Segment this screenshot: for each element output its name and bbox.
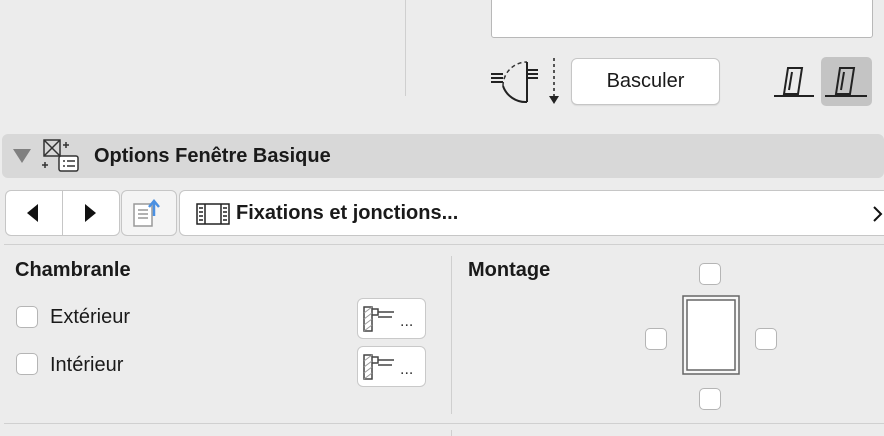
chevron-right-icon[interactable] [872, 205, 884, 223]
montage-right-checkbox[interactable] [755, 328, 777, 350]
favorites-icon [131, 196, 167, 230]
chambranle-title: Chambranle [15, 259, 131, 281]
section-label: Fixations et jonctions... [236, 202, 459, 224]
montage-left-checkbox[interactable] [645, 328, 667, 350]
exterior-trim-button[interactable]: ... [357, 298, 426, 339]
divider [405, 0, 406, 96]
trim-profile-icon [363, 306, 394, 332]
exterior-checkbox[interactable] [16, 306, 38, 328]
preview-box [491, 0, 873, 38]
window-options-icon [42, 138, 80, 174]
chevron-left-icon [25, 203, 41, 223]
column-divider [451, 430, 452, 436]
montage-bottom-checkbox[interactable] [699, 388, 721, 410]
interior-trim-button[interactable]: ... [357, 346, 426, 387]
column-divider [451, 256, 452, 414]
interior-checkbox[interactable] [16, 353, 38, 375]
window-frame-icon [682, 295, 740, 375]
divider [4, 423, 884, 424]
door-swing-icon [488, 52, 564, 108]
montage-top-checkbox[interactable] [699, 263, 721, 285]
film-strip-icon [196, 203, 230, 225]
mirror-option-2-icon[interactable] [821, 57, 872, 106]
divider [4, 244, 884, 245]
trim-profile-icon [363, 354, 394, 380]
flip-button[interactable]: Basculer [571, 58, 720, 105]
panel-title: Options Fenêtre Basique [94, 145, 331, 167]
interior-label: Intérieur [50, 354, 124, 376]
triangle-down-icon[interactable] [12, 148, 32, 164]
exterior-label: Extérieur [50, 306, 131, 328]
more-dots: ... [400, 361, 414, 378]
mirror-option-1-icon[interactable] [772, 60, 816, 104]
more-dots: ... [400, 313, 414, 330]
montage-title: Montage [468, 259, 551, 281]
chevron-right-icon [82, 203, 98, 223]
